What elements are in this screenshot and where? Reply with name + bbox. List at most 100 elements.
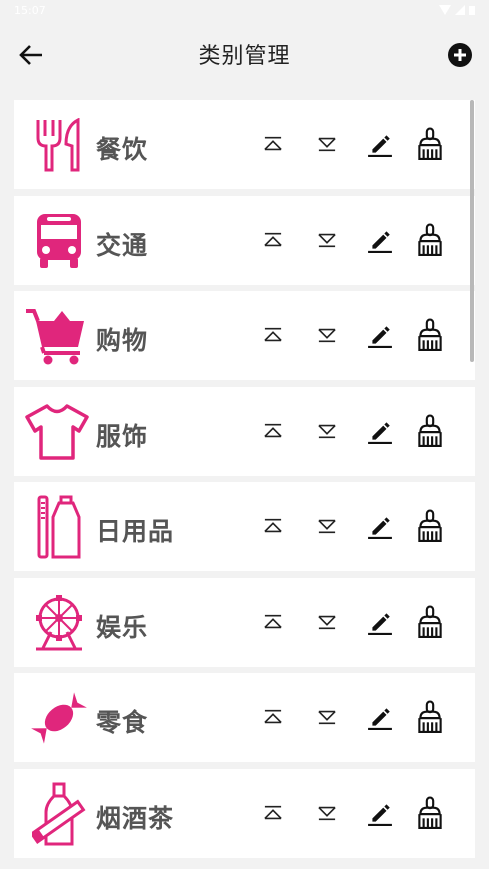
category-row[interactable]: 购物 — [14, 291, 475, 380]
move-bottom-icon — [316, 231, 338, 249]
category-label: 日用品 — [96, 517, 175, 546]
clear-button[interactable] — [413, 124, 447, 164]
pencil-icon — [367, 227, 393, 253]
clear-button[interactable] — [413, 315, 447, 355]
brush-icon — [417, 414, 443, 448]
bottle-icon — [26, 781, 92, 847]
clear-button[interactable] — [413, 220, 447, 260]
move-top-icon — [262, 326, 284, 344]
pencil-icon — [367, 513, 393, 539]
move-top-icon — [262, 804, 284, 822]
signal-icon — [455, 5, 465, 15]
page-title: 类别管理 — [198, 44, 291, 69]
clear-button[interactable] — [413, 411, 447, 451]
move-top-icon — [262, 422, 284, 440]
edit-button[interactable] — [363, 411, 397, 451]
move-to-top-button[interactable] — [256, 697, 290, 737]
category-label: 烟酒茶 — [96, 803, 175, 833]
move-top-icon — [262, 613, 284, 631]
move-to-top-button[interactable] — [256, 602, 290, 642]
utensils-icon — [26, 112, 92, 178]
category-row[interactable]: 服饰 — [14, 386, 475, 476]
status-icons — [439, 5, 475, 15]
category-row[interactable]: 零食 — [14, 673, 475, 762]
edit-button[interactable] — [363, 220, 397, 260]
edit-button[interactable] — [363, 124, 397, 164]
category-row[interactable]: 日用品 — [14, 482, 475, 571]
move-to-top-button[interactable] — [256, 315, 290, 355]
toothbrush-toothpaste-icon — [26, 494, 92, 560]
move-bottom-icon — [316, 804, 338, 822]
brush-icon — [417, 700, 443, 734]
brush-icon — [417, 605, 443, 639]
move-to-bottom-button[interactable] — [310, 220, 344, 260]
app-bar: 类别管理 — [0, 20, 489, 88]
clear-button[interactable] — [413, 793, 447, 833]
edit-button[interactable] — [363, 506, 397, 546]
move-to-top-button[interactable] — [256, 220, 290, 260]
clear-button[interactable] — [413, 602, 447, 642]
move-to-top-button[interactable] — [256, 793, 290, 833]
wifi-icon — [439, 5, 451, 15]
clear-button[interactable] — [413, 506, 447, 546]
bus-icon — [26, 208, 92, 274]
category-label: 零食 — [96, 708, 149, 737]
brush-icon — [417, 318, 443, 352]
shopping-cart-icon — [22, 303, 88, 369]
edit-button[interactable] — [363, 793, 397, 833]
category-row[interactable]: 交通 — [14, 195, 475, 285]
move-bottom-icon — [316, 135, 338, 153]
pencil-icon — [367, 609, 393, 635]
edit-button[interactable] — [363, 315, 397, 355]
category-label: 交通 — [96, 230, 149, 260]
move-to-bottom-button[interactable] — [310, 793, 344, 833]
brush-icon — [417, 796, 443, 830]
move-bottom-icon — [316, 422, 338, 440]
brush-icon — [417, 509, 443, 543]
pencil-icon — [367, 322, 393, 348]
clear-button[interactable] — [413, 697, 447, 737]
category-row[interactable]: 娱乐 — [14, 577, 475, 667]
category-label: 购物 — [96, 326, 149, 355]
ferris-wheel-icon — [26, 590, 92, 656]
move-to-bottom-button[interactable] — [310, 124, 344, 164]
pencil-icon — [367, 418, 393, 444]
pencil-icon — [367, 131, 393, 157]
category-list: 餐饮 交通 购物 服饰 日用品 娱乐 零食 烟酒茶 — [14, 100, 475, 864]
status-bar: 15:07 — [0, 0, 489, 20]
move-bottom-icon — [316, 613, 338, 631]
move-to-bottom-button[interactable] — [310, 697, 344, 737]
tshirt-icon — [24, 399, 90, 465]
category-row[interactable]: 餐饮 — [14, 100, 475, 189]
move-bottom-icon — [316, 708, 338, 726]
edit-button[interactable] — [363, 697, 397, 737]
move-top-icon — [262, 135, 284, 153]
move-top-icon — [262, 708, 284, 726]
arrow-left-icon — [19, 45, 42, 65]
move-to-bottom-button[interactable] — [310, 411, 344, 451]
move-to-top-button[interactable] — [256, 124, 290, 164]
scrollbar[interactable] — [470, 100, 474, 362]
edit-button[interactable] — [363, 602, 397, 642]
move-top-icon — [262, 231, 284, 249]
plus-circle-icon — [448, 43, 472, 67]
category-label: 服饰 — [96, 421, 149, 451]
category-label: 娱乐 — [96, 612, 149, 642]
candy-icon — [26, 685, 92, 751]
back-button[interactable] — [16, 40, 46, 70]
move-to-top-button[interactable] — [256, 506, 290, 546]
move-to-bottom-button[interactable] — [310, 602, 344, 642]
brush-icon — [417, 223, 443, 257]
move-bottom-icon — [316, 326, 338, 344]
move-bottom-icon — [316, 517, 338, 535]
add-category-button[interactable] — [445, 40, 475, 70]
move-to-bottom-button[interactable] — [310, 506, 344, 546]
pencil-icon — [367, 704, 393, 730]
move-to-top-button[interactable] — [256, 411, 290, 451]
category-row[interactable]: 烟酒茶 — [14, 768, 475, 858]
brush-icon — [417, 127, 443, 161]
category-label: 餐饮 — [96, 135, 149, 164]
move-top-icon — [262, 517, 284, 535]
battery-icon — [469, 6, 475, 15]
move-to-bottom-button[interactable] — [310, 315, 344, 355]
